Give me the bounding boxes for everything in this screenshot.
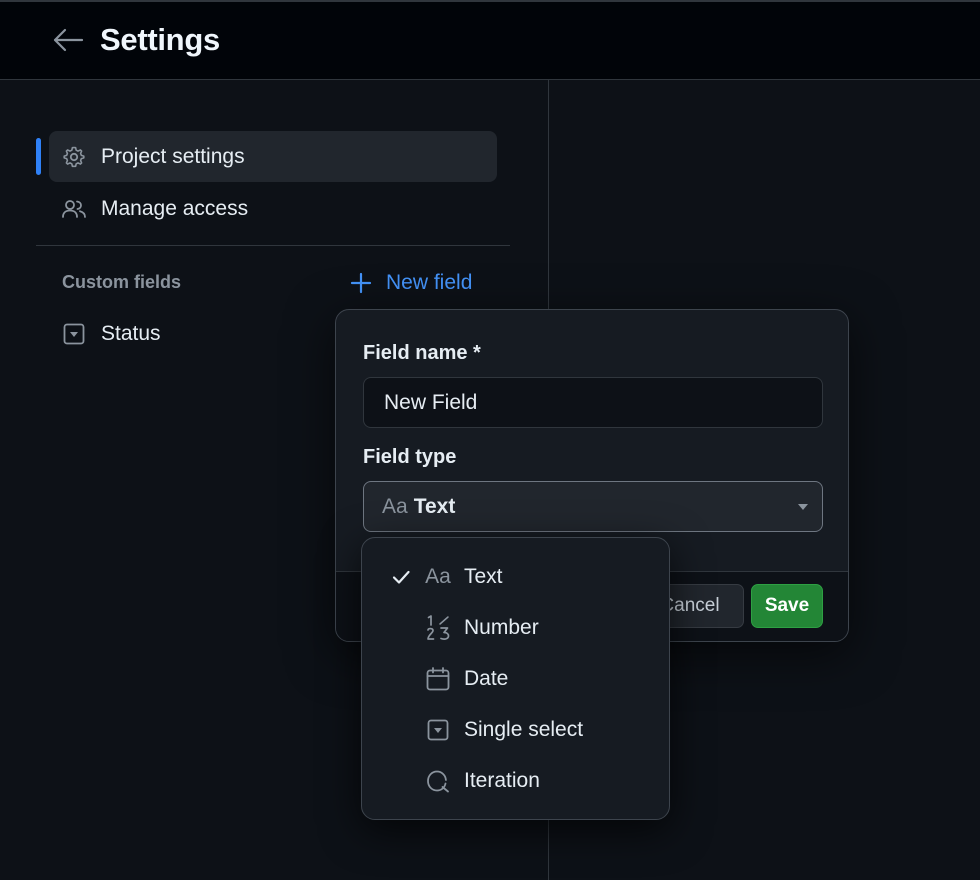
sidebar-item-project-settings[interactable]: Project settings bbox=[49, 131, 497, 182]
custom-fields-heading: Custom fields bbox=[62, 272, 182, 292]
field-name-label: Field name * bbox=[363, 342, 481, 364]
check-icon bbox=[390, 566, 412, 588]
menu-item-label: Text bbox=[464, 565, 503, 588]
menu-item-label: Single select bbox=[464, 718, 584, 741]
menu-item-iteration[interactable]: Iteration bbox=[370, 757, 663, 805]
field-type-label: Field type bbox=[363, 446, 457, 468]
save-button[interactable]: Save bbox=[751, 584, 823, 628]
menu-item-label: Iteration bbox=[464, 769, 540, 792]
field-name-input[interactable] bbox=[363, 377, 823, 428]
menu-item-label: Number bbox=[464, 616, 539, 639]
sidebar-divider bbox=[36, 245, 510, 246]
sidebar-item-label: Manage access bbox=[101, 196, 249, 220]
page-header: Settings bbox=[0, 2, 980, 80]
menu-item-label: Date bbox=[464, 667, 509, 690]
menu-item-text[interactable]: Aa Text bbox=[370, 553, 663, 601]
custom-field-status[interactable]: Status bbox=[49, 308, 339, 359]
text-icon: Aa bbox=[382, 494, 408, 518]
active-indicator bbox=[36, 138, 41, 175]
text-icon: Aa bbox=[425, 565, 451, 588]
people-icon bbox=[61, 196, 87, 222]
sidebar-item-manage-access[interactable]: Manage access bbox=[49, 183, 497, 234]
new-field-label: New field bbox=[386, 271, 473, 294]
field-type-select[interactable]: Aa Text bbox=[363, 481, 823, 532]
menu-item-date[interactable]: Date bbox=[370, 655, 663, 703]
page-title: Settings bbox=[100, 22, 220, 57]
number-icon bbox=[424, 614, 452, 642]
menu-item-number[interactable]: Number bbox=[370, 604, 663, 652]
single-select-icon bbox=[424, 716, 452, 744]
back-button[interactable] bbox=[50, 24, 86, 56]
caret-down-icon bbox=[798, 504, 808, 510]
sidebar-item-label: Project settings bbox=[101, 144, 245, 168]
gear-icon bbox=[61, 144, 87, 170]
field-type-menu: Aa Text Number Date Single select Iterat… bbox=[361, 537, 670, 820]
menu-item-single-select[interactable]: Single select bbox=[370, 706, 663, 754]
custom-field-label: Status bbox=[101, 321, 161, 345]
new-field-button[interactable]: New field bbox=[348, 268, 472, 298]
single-select-icon bbox=[61, 321, 87, 347]
iteration-icon bbox=[424, 767, 452, 795]
calendar-icon bbox=[424, 665, 452, 693]
arrow-left-icon bbox=[53, 28, 84, 52]
field-type-value: Text bbox=[413, 494, 456, 518]
plus-icon bbox=[348, 270, 374, 296]
